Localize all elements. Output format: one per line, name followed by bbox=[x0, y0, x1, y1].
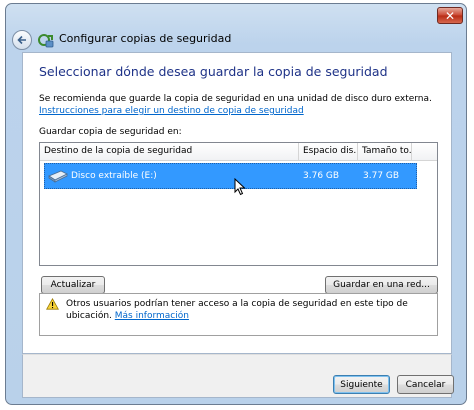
mouse-pointer-icon bbox=[234, 178, 246, 196]
save-on-network-button[interactable]: Guardar en una red... bbox=[325, 276, 438, 294]
row-total-size: 3.77 GB bbox=[363, 171, 400, 181]
close-button[interactable]: ✕ bbox=[437, 7, 463, 24]
window-title: Configurar copias de seguridad bbox=[59, 32, 232, 45]
page-heading: Seleccionar dónde desea guardar la copia… bbox=[39, 64, 388, 79]
list-header: Destino de la copia de seguridad Espacio… bbox=[40, 143, 437, 161]
description-text: Se recomienda que guarde la copia de seg… bbox=[39, 94, 432, 104]
row-free-space: 3.76 GB bbox=[303, 171, 340, 181]
back-arrow-icon bbox=[17, 35, 26, 45]
warning-box: Otros usuarios podrían tener acceso a la… bbox=[39, 293, 438, 336]
column-header-total-size[interactable]: Tamaño to... bbox=[358, 143, 412, 160]
save-location-label: Guardar copia de seguridad en: bbox=[39, 127, 182, 137]
next-button[interactable]: Siguiente bbox=[333, 375, 390, 394]
back-button[interactable] bbox=[12, 30, 32, 50]
cancel-button[interactable]: Cancelar bbox=[397, 375, 454, 394]
column-header-destination[interactable]: Destino de la copia de seguridad bbox=[40, 143, 299, 160]
row-destination-name: Disco extraíble (E:) bbox=[71, 171, 157, 181]
close-icon: ✕ bbox=[444, 8, 456, 23]
description: Se recomienda que guarde la copia de seg… bbox=[39, 93, 439, 117]
column-header-free-space[interactable]: Espacio dis... bbox=[299, 143, 358, 160]
backup-app-icon bbox=[38, 34, 54, 48]
destination-list[interactable]: Destino de la copia de seguridad Espacio… bbox=[39, 142, 438, 266]
more-info-link[interactable]: Más información bbox=[115, 311, 189, 321]
removable-drive-icon bbox=[48, 170, 68, 183]
refresh-button[interactable]: Actualizar bbox=[41, 276, 105, 294]
warning-message: Otros usuarios podrían tener acceso a la… bbox=[66, 298, 431, 322]
instructions-link[interactable]: Instrucciones para elegir un destino de … bbox=[39, 106, 304, 116]
warning-icon bbox=[46, 298, 59, 310]
list-item-removable-disk[interactable]: Disco extraíble (E:) 3.76 GB 3.77 GB bbox=[44, 163, 417, 189]
